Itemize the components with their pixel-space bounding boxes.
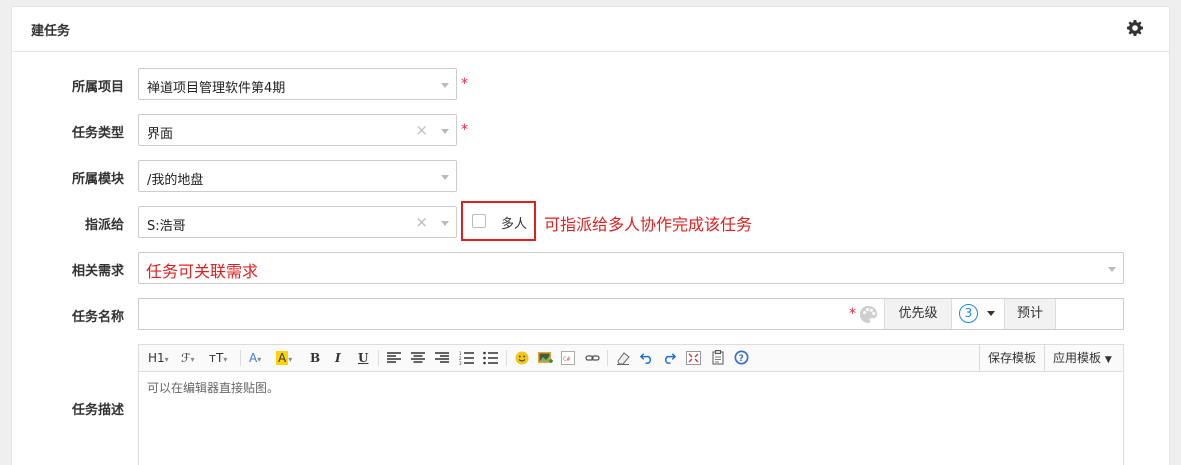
panel-header: 建任务: [12, 7, 1169, 52]
chevron-down-icon: [441, 83, 449, 88]
assign-to-label: 指派给: [84, 218, 124, 233]
toolbar-divider: [506, 350, 507, 366]
required-marker: *: [461, 122, 468, 138]
svg-text:3: 3: [459, 361, 462, 365]
task-name-input[interactable]: * 优先级 3 预计: [138, 298, 1124, 330]
module-label: 所属模块: [71, 172, 124, 187]
bold-button[interactable]: B: [310, 351, 320, 365]
task-type-label: 任务类型: [71, 126, 124, 141]
description-editor[interactable]: 可以在编辑器直接贴图。: [138, 372, 1124, 465]
color-palette-icon[interactable]: [859, 305, 878, 324]
code-icon[interactable]: C#: [561, 351, 575, 365]
story-label: 相关需求: [71, 264, 124, 279]
required-marker: *: [461, 76, 468, 92]
emoji-icon[interactable]: [515, 351, 529, 365]
multi-assign-label[interactable]: 多人: [501, 213, 527, 232]
paste-icon[interactable]: [711, 350, 725, 365]
undo-icon[interactable]: [640, 351, 653, 364]
redo-icon[interactable]: [663, 351, 676, 364]
font-color-button[interactable]: A▾: [249, 351, 261, 367]
priority-value: 3: [959, 304, 978, 323]
story-annotation: 任务可关联需求: [146, 262, 259, 281]
panel-title: 建任务: [31, 24, 71, 39]
fullscreen-icon[interactable]: [686, 351, 701, 365]
chevron-down-icon: [1108, 267, 1116, 272]
font-family-button[interactable]: ℱ▾: [181, 351, 194, 367]
help-icon[interactable]: ?: [734, 350, 749, 365]
toolbar-divider: [378, 350, 379, 366]
apply-template-button[interactable]: 应用模板 ▼: [1044, 345, 1124, 371]
font-size-button[interactable]: ᴛT▾: [209, 351, 227, 367]
align-right-icon[interactable]: [435, 352, 449, 364]
task-type-value: 界面: [147, 127, 174, 142]
svg-text:C#: C#: [563, 356, 571, 363]
task-name-label: 任务名称: [71, 310, 124, 325]
link-icon[interactable]: [585, 352, 600, 364]
bullet-list-icon[interactable]: [483, 351, 498, 365]
background-color-button[interactable]: A ▾: [276, 351, 292, 367]
assign-to-value: S:浩哥: [147, 219, 186, 234]
ordered-list-icon[interactable]: 123: [459, 351, 474, 365]
chevron-down-icon: ▼: [1104, 355, 1112, 365]
priority-label: 优先级: [884, 299, 951, 329]
font-color-text: A: [249, 351, 258, 365]
italic-button[interactable]: I: [335, 351, 341, 365]
estimate-input[interactable]: [1055, 299, 1123, 329]
description-label: 任务描述: [71, 403, 124, 418]
estimate-label: 预计: [1004, 299, 1055, 329]
underline-button[interactable]: U: [358, 351, 368, 365]
multi-assign-checkbox[interactable]: [472, 214, 486, 228]
heading-text: H1: [148, 351, 165, 365]
project-value: 禅道项目管理软件第4期: [147, 81, 286, 96]
project-label: 所属项目: [71, 80, 124, 95]
editor-toolbar: H1▾ ℱ▾ ᴛT▾ A▾ A ▾ B I U 123 C# ? 保存模板 应用模…: [138, 344, 1124, 372]
align-left-icon[interactable]: [387, 352, 401, 364]
clear-icon[interactable]: ×: [415, 215, 428, 230]
module-value: /我的地盘: [147, 173, 204, 188]
save-template-button[interactable]: 保存模板: [979, 345, 1044, 371]
priority-select[interactable]: 3: [951, 299, 1004, 329]
toolbar-divider: [240, 350, 241, 366]
bg-color-text: A: [276, 351, 289, 365]
task-type-select[interactable]: 界面 ×: [138, 114, 457, 146]
module-select[interactable]: /我的地盘: [138, 160, 457, 192]
clear-icon[interactable]: ×: [415, 123, 428, 138]
description-placeholder: 可以在编辑器直接贴图。: [147, 381, 280, 395]
font-size-text: ᴛT: [209, 351, 224, 365]
heading-button[interactable]: H1▾: [148, 351, 169, 367]
assign-to-select[interactable]: S:浩哥 ×: [138, 206, 457, 238]
chevron-down-icon: [987, 311, 995, 316]
image-icon[interactable]: [538, 351, 553, 365]
required-marker: *: [849, 306, 856, 322]
chevron-down-icon: [441, 129, 449, 134]
align-center-icon[interactable]: [411, 352, 425, 364]
gear-icon[interactable]: [1127, 20, 1143, 36]
multi-assign-annotation: 可指派给多人协作完成该任务: [544, 215, 753, 234]
chevron-down-icon: [441, 175, 449, 180]
chevron-down-icon: [441, 221, 449, 226]
toolbar-divider: [607, 350, 608, 366]
svg-text:?: ?: [739, 354, 744, 364]
eraser-icon[interactable]: [616, 351, 630, 365]
story-select[interactable]: [138, 252, 1124, 284]
project-select[interactable]: 禅道项目管理软件第4期: [138, 68, 457, 100]
apply-template-text: 应用模板: [1053, 351, 1102, 365]
